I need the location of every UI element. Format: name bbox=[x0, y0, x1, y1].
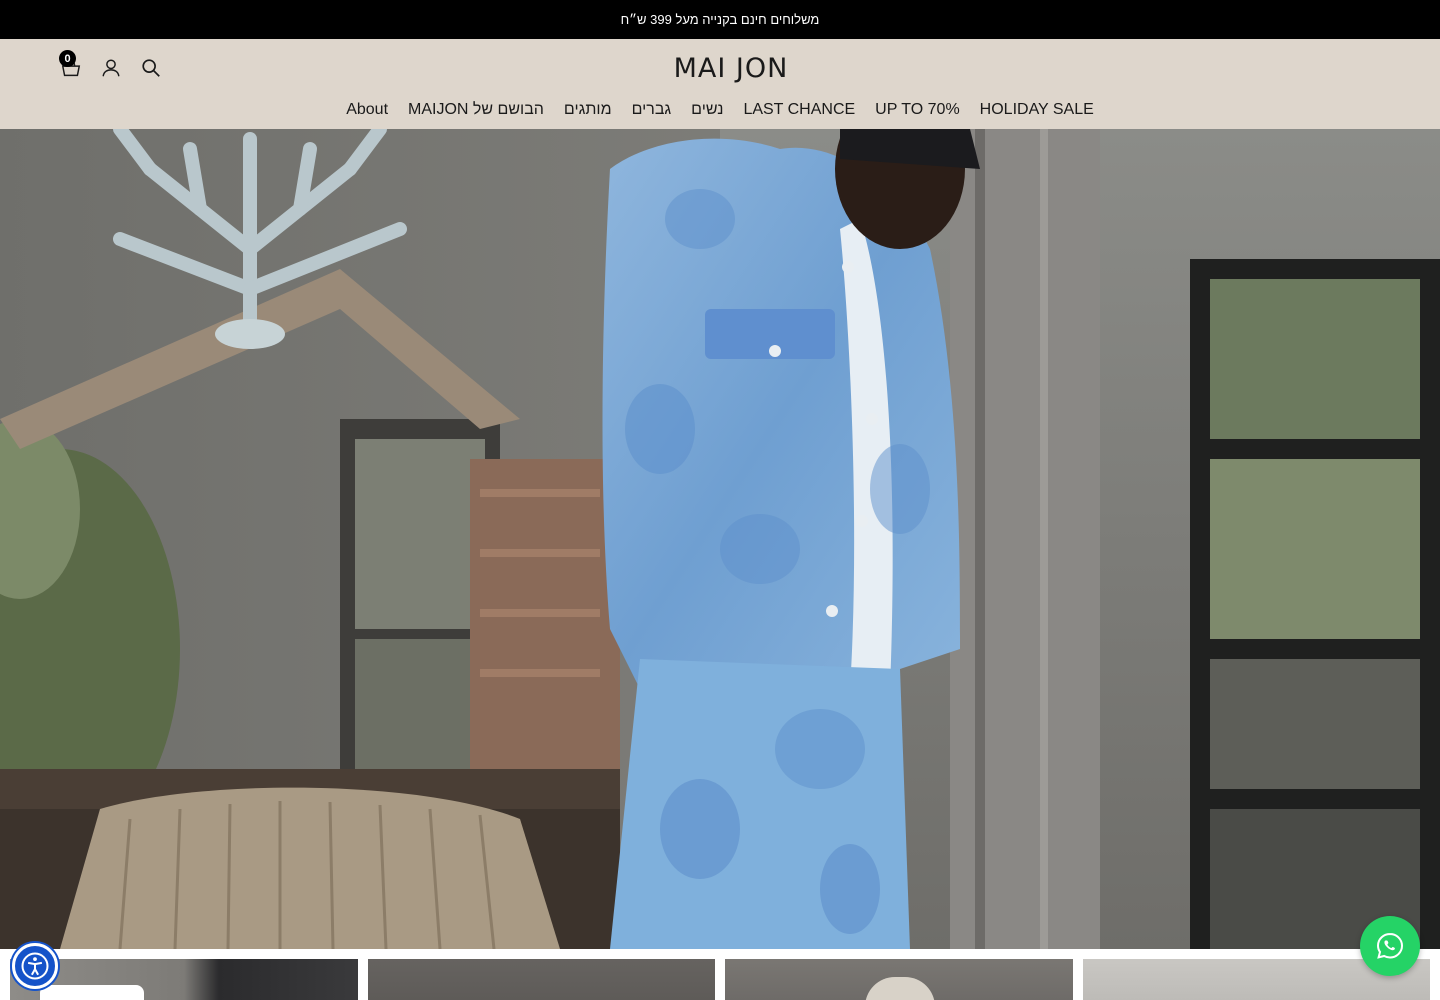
hero-image bbox=[0, 129, 1440, 949]
nav-item-men[interactable]: גברים bbox=[632, 101, 672, 119]
main-nav: HOLIDAY SALE UP TO 70% LAST CHANCE נשים … bbox=[0, 97, 1440, 123]
nav-item-perfume[interactable]: הבושם של MAIJON bbox=[408, 101, 544, 119]
nav-item-up-to-70[interactable]: UP TO 70% bbox=[875, 101, 960, 119]
nav-item-women[interactable]: נשים bbox=[691, 101, 723, 119]
product-tiles bbox=[10, 959, 1430, 1000]
logo-text: MAI JON bbox=[673, 52, 789, 84]
accessibility-icon bbox=[21, 952, 49, 980]
whatsapp-button[interactable] bbox=[1360, 916, 1420, 976]
accessibility-button[interactable] bbox=[12, 943, 58, 989]
cart-button[interactable]: 0 bbox=[59, 50, 82, 79]
hero-video[interactable] bbox=[0, 129, 1440, 949]
site-logo[interactable]: MAI JON bbox=[664, 51, 798, 85]
nav-item-brands[interactable]: מותגים bbox=[564, 101, 612, 119]
nav-item-holiday-sale[interactable]: HOLIDAY SALE bbox=[980, 101, 1094, 119]
user-icon bbox=[102, 59, 120, 77]
product-tile[interactable] bbox=[10, 959, 358, 1000]
cart-count-badge: 0 bbox=[59, 50, 76, 67]
site-header: 0 MAI JON HOLIDAY SALE UP TO 70% LAST CH… bbox=[0, 39, 1440, 129]
search-button[interactable] bbox=[140, 57, 162, 79]
account-button[interactable] bbox=[100, 57, 122, 79]
nav-item-last-chance[interactable]: LAST CHANCE bbox=[743, 101, 855, 119]
search-icon bbox=[142, 59, 160, 77]
product-tile[interactable] bbox=[725, 959, 1073, 1000]
whatsapp-icon bbox=[1376, 932, 1404, 959]
product-tile[interactable] bbox=[367, 959, 715, 1000]
nav-item-about[interactable]: About bbox=[346, 101, 388, 119]
header-icons: 0 bbox=[59, 50, 162, 83]
announcement-bar: משלוחים חינם בקנייה מעל 399 ש״ח bbox=[0, 0, 1440, 39]
tile-badge bbox=[40, 985, 144, 1000]
announcement-text: משלוחים חינם בקנייה מעל 399 ש״ח bbox=[620, 12, 820, 27]
